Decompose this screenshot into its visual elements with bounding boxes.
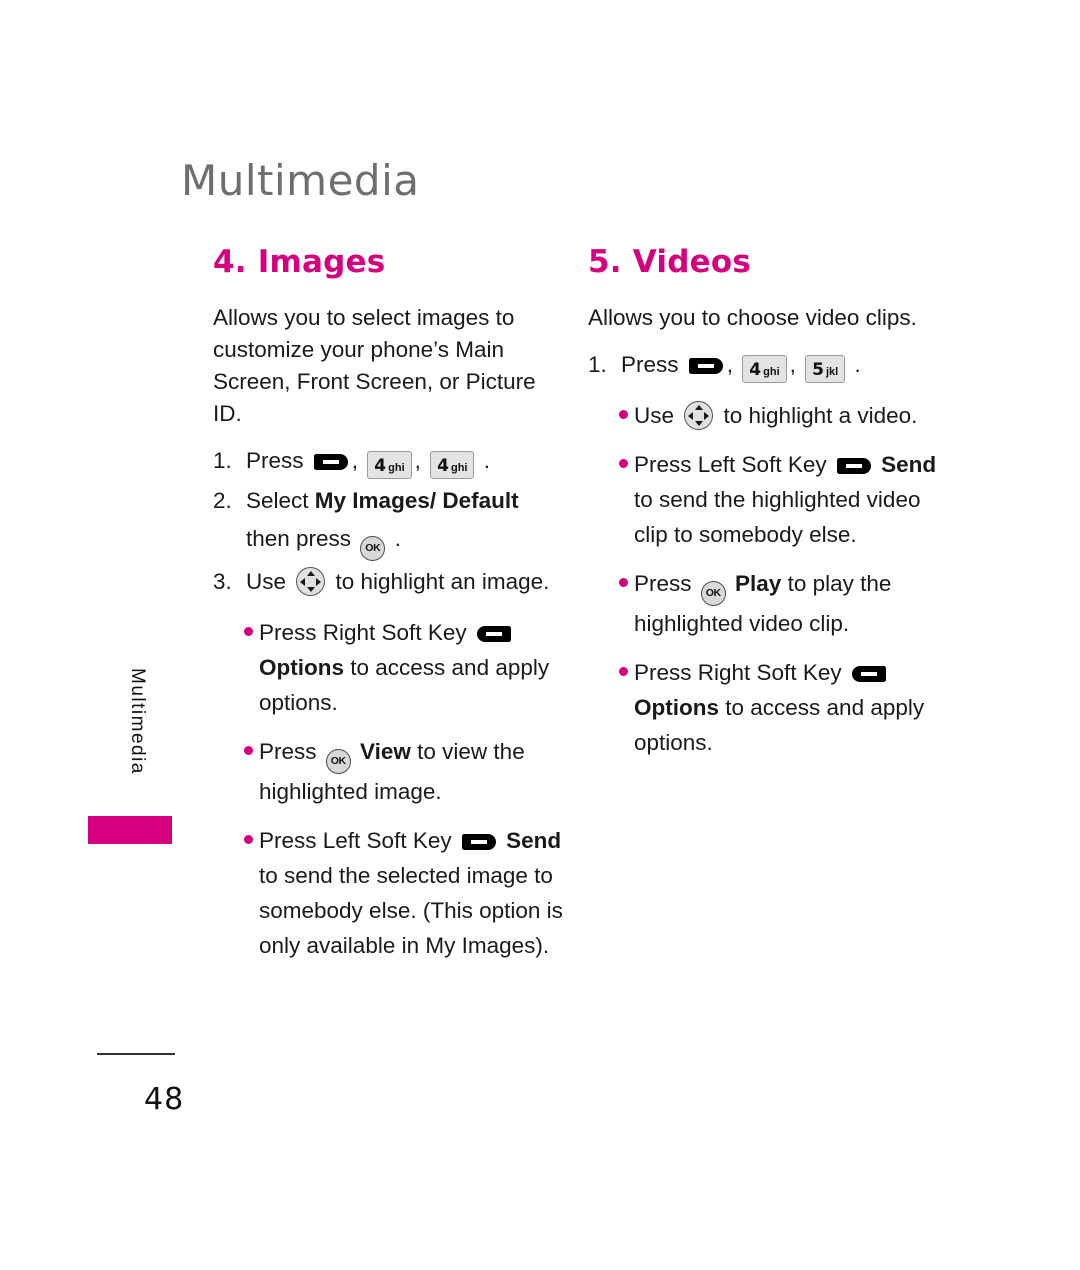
bullet-item: Press Right Soft Key Options to access a… (588, 655, 940, 760)
text-run: Press Left Soft Key (259, 828, 458, 853)
left-soft-key-icon (313, 454, 348, 470)
ok-key-icon: OK (700, 581, 726, 606)
emphasis-text: Play (735, 571, 782, 596)
bullet-dot-icon (244, 627, 253, 636)
text-run: to highlight a video. (717, 403, 918, 428)
text-run: , (726, 352, 740, 377)
side-tab-label: Multimedia (127, 668, 148, 775)
nav-arrow-r (316, 578, 322, 586)
emphasis-text: Options (634, 695, 719, 720)
step-number: 1. (588, 352, 607, 377)
text-run: Press (634, 571, 698, 596)
section-intro: Allows you to select images to customize… (213, 305, 536, 426)
text-run: Press (259, 739, 323, 764)
navigation-key-icon (684, 401, 714, 430)
emphasis-text: Send (881, 452, 937, 477)
numbered-step: 1. Press , 4 ghi, 5 jkl . (588, 346, 940, 384)
page-title: Multimedia (181, 156, 420, 205)
nav-arrow-d (695, 421, 704, 426)
bullet-item: Press OK View to view the highlighted im… (213, 734, 565, 809)
text-run: . (477, 448, 490, 473)
numeric-key-icon: 4 ghi (430, 451, 475, 479)
nav-arrow-l (300, 578, 306, 586)
step-number: 2. (213, 488, 232, 513)
bullet-dot-icon (619, 578, 628, 587)
numeric-key-letters: jkl (825, 366, 839, 378)
section-bullets: Press Right Soft Key Options to access a… (213, 615, 565, 963)
nav-arrow-u (695, 405, 704, 410)
numeric-key-digit: 4 (749, 360, 762, 380)
bullet-item: Press Left Soft Key Send to send the hig… (588, 447, 940, 552)
text-run: . (388, 526, 401, 551)
numbered-step: 3. Use to highlight an image. (213, 563, 565, 601)
section-column-right: 5. Videos Allows you to choose video cli… (588, 244, 940, 760)
emphasis-text: View (360, 739, 411, 764)
section-steps: 1. Press , 4 ghi, 5 jkl . (588, 346, 940, 384)
section-bullets: Use to highlight a video. Press Left Soft… (588, 398, 940, 760)
text-run: Use (634, 403, 681, 428)
side-tab-color-block (88, 816, 172, 844)
section-column-left: 4. Images Allows you to select images to… (213, 244, 565, 963)
section-steps: 1. Press , 4 ghi, 4 ghi . 2. Select My Images… (213, 442, 565, 601)
numeric-key-icon: 4 ghi (367, 451, 412, 479)
nav-arrow-r (704, 412, 710, 420)
ok-key-icon: OK (360, 536, 386, 561)
numeric-key-icon: 5 jkl (805, 355, 846, 383)
bullet-dot-icon (619, 667, 628, 676)
text-run: to highlight an image. (329, 569, 550, 594)
numbered-step: 2. Select My Images/ Default then press O… (213, 482, 565, 561)
text-run: . (848, 352, 861, 377)
numeric-key-letters: ghi (763, 366, 780, 378)
emphasis-text: Send (506, 828, 562, 853)
bullet-dot-icon (244, 835, 253, 844)
numeric-key-digit: 4 (437, 456, 449, 476)
text-run: , (414, 448, 428, 473)
text-run: , (789, 352, 803, 377)
right-soft-key-icon (851, 666, 886, 682)
text-run: Press (246, 448, 310, 473)
bullet-dot-icon (244, 746, 253, 755)
section-heading: 5. Videos (588, 244, 751, 280)
section-heading: 4. Images (213, 244, 386, 280)
bullet-item: Press OK Play to play the highlighted vi… (588, 566, 940, 641)
text-run: Select (246, 488, 315, 513)
text-run: to send the highlighted video clip to so… (634, 487, 921, 547)
text-run: Use (246, 569, 293, 594)
numeric-key-letters: ghi (388, 462, 405, 474)
nav-arrow-l (688, 412, 694, 420)
text-run: Press Right Soft Key (634, 660, 848, 685)
navigation-key-icon (296, 567, 326, 596)
text-run: Press (621, 352, 685, 377)
emphasis-text: My Images/ Default (314, 488, 519, 513)
bullet-item: Use to highlight a video. (588, 398, 940, 433)
bullet-dot-icon (619, 459, 628, 468)
numbered-step: 1. Press , 4 ghi, 4 ghi . (213, 442, 565, 480)
text-run: then press (246, 526, 358, 551)
left-soft-key-icon (836, 458, 871, 474)
page-number: 48 (144, 1082, 185, 1117)
left-soft-key-icon (461, 834, 496, 850)
section-intro: Allows you to choose video clips. (588, 305, 917, 330)
numeric-key-letters: ghi (450, 462, 468, 474)
step-number: 1. (213, 448, 232, 473)
numeric-key-digit: 5 (812, 360, 824, 380)
right-soft-key-icon (476, 626, 511, 642)
bullet-item: Press Left Soft Key Send to send the sel… (213, 823, 565, 963)
chapter-side-tab: Multimedia (88, 650, 172, 870)
bullet-dot-icon (619, 410, 628, 419)
left-soft-key-icon (688, 358, 723, 374)
nav-arrow-d (307, 587, 316, 592)
nav-arrow-u (307, 571, 316, 576)
step-number: 3. (213, 569, 232, 594)
numeric-key-icon: 4 ghi (742, 355, 787, 383)
ok-key-icon: OK (325, 749, 351, 774)
text-run: Press Left Soft Key (634, 452, 833, 477)
numeric-key-digit: 4 (374, 456, 387, 476)
text-run: , (351, 448, 365, 473)
text-run: Press Right Soft Key (259, 620, 473, 645)
emphasis-text: Options (259, 655, 344, 680)
text-run: to send the selected image to somebody e… (259, 863, 563, 958)
footer-divider (97, 1053, 175, 1055)
bullet-item: Press Right Soft Key Options to access a… (213, 615, 565, 720)
